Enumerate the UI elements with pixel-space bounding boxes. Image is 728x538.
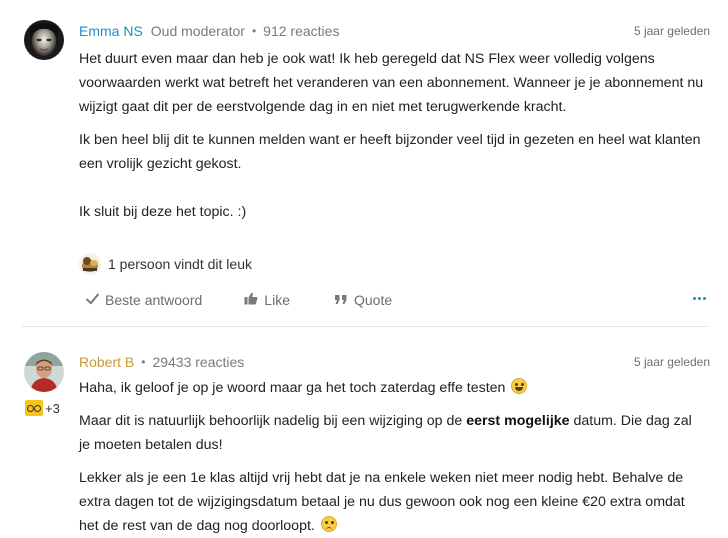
post-emma: Emma NS Oud moderator • 912 reacties 5 j… [0, 0, 728, 326]
likes-text: 1 persoon vindt dit leuk [108, 256, 252, 272]
post-timestamp[interactable]: 5 jaar geleden [634, 355, 710, 369]
post-paragraph: Ik ben heel blij dit te kunnen melden wa… [79, 132, 701, 172]
reply-count: 912 reacties [263, 23, 340, 39]
post-meta: Robert B • 29433 reacties 5 jaar geleden [79, 352, 710, 372]
post-meta: Emma NS Oud moderator • 912 reacties 5 j… [79, 21, 710, 41]
paragraph-text: Haha, ik geloof je op je woord maar ga h… [79, 380, 506, 396]
more-options-icon[interactable] [693, 297, 706, 300]
post-paragraph: Het duurt even maar dan heb je ook wat! … [79, 51, 704, 115]
meta-separator: • [251, 24, 257, 38]
post-paragraph: Lekker als je een 1e klas altijd vrij he… [79, 466, 706, 538]
badge-extra-count: +3 [45, 400, 60, 416]
paragraph-text: Lekker als je een 1e klas altijd vrij he… [79, 470, 685, 534]
post-paragraph: Ik sluit bij deze het topic. :) [79, 204, 247, 220]
quote-icon [334, 292, 348, 308]
bold-text: eerst mogelijke [466, 413, 570, 429]
like-label: Like [264, 292, 290, 308]
sad-emoji-icon [320, 516, 337, 532]
paragraph-text: Maar dit is natuurlijk behoorlijk nadeli… [79, 413, 467, 429]
quote-label: Quote [353, 292, 393, 308]
post-body: Het duurt even maar dan heb je ook wat! … [79, 47, 706, 233]
liker-avatar [79, 253, 101, 275]
thumbs-up-icon [244, 292, 258, 308]
author-name[interactable]: Robert B [79, 354, 134, 370]
author-role: Oud moderator [150, 23, 245, 39]
post-actions: Beste antwoord Like Quote [86, 289, 392, 311]
like-button[interactable]: Like [244, 292, 290, 308]
author-name[interactable]: Emma NS [79, 23, 143, 39]
post-paragraph: Haha, ik geloof je op je woord maar ga h… [79, 376, 706, 400]
quote-button[interactable]: Quote [334, 292, 392, 308]
avatar-emma[interactable] [24, 20, 64, 60]
post-body: Haha, ik geloof je op je woord maar ga h… [79, 376, 706, 538]
post-robert: +3 Robert B • 29433 reacties 5 jaar gele… [0, 326, 728, 538]
meta-separator: • [141, 355, 146, 369]
best-answer-button[interactable]: Beste antwoord [86, 292, 202, 308]
reply-count: 29433 reacties [152, 354, 245, 370]
user-badges[interactable]: +3 [25, 400, 60, 416]
post-paragraph: Maar dit is natuurlijk behoorlijk nadeli… [79, 409, 706, 457]
laughing-emoji-icon [511, 378, 528, 394]
post-timestamp[interactable]: 5 jaar geleden [634, 24, 710, 38]
best-answer-label: Beste antwoord [105, 292, 203, 308]
likes-summary[interactable]: 1 persoon vindt dit leuk [79, 252, 252, 276]
checkmark-icon [86, 292, 99, 308]
avatar-robert[interactable] [24, 352, 64, 392]
glasses-badge-icon [25, 400, 43, 416]
